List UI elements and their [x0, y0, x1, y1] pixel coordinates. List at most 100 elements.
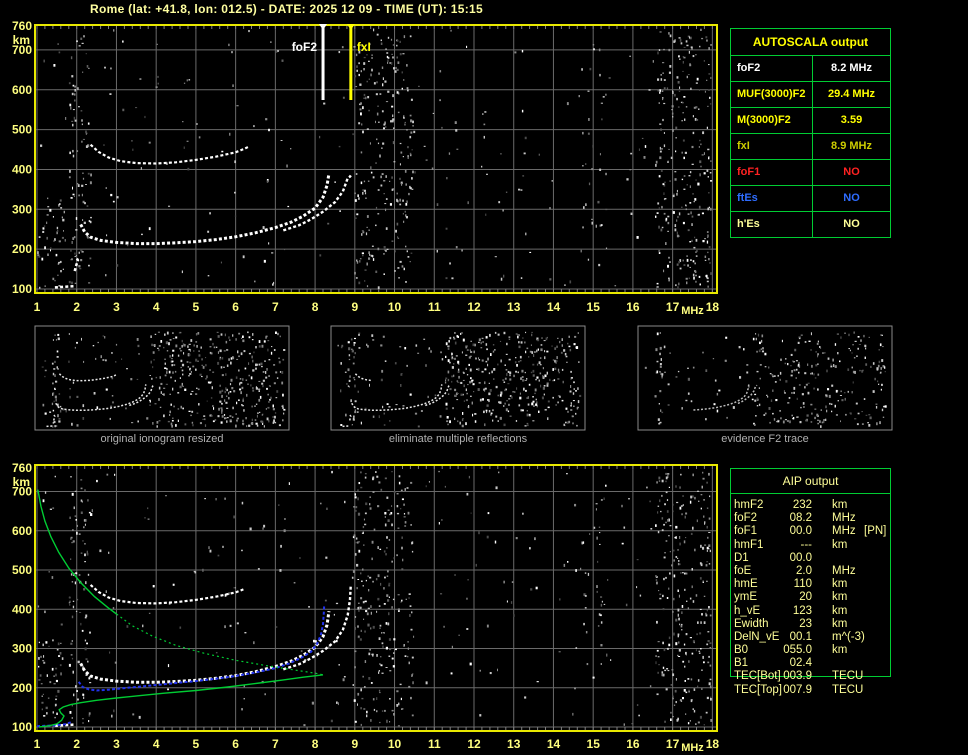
- noise-dot: [153, 359, 155, 361]
- noise-dot: [281, 59, 284, 62]
- noise-dot: [660, 170, 663, 172]
- aip-table-row: TEC[Bot] 003.9 TECU: [730, 670, 900, 683]
- noise-dot: [260, 362, 263, 366]
- autoscala-table-row: M(3000)F2 3.59: [731, 108, 890, 134]
- noise-dot: [705, 711, 708, 714]
- noise-dot: [536, 376, 539, 379]
- noise-dot: [37, 605, 40, 608]
- noise-dot: [278, 360, 281, 364]
- noise-dot: [554, 359, 556, 363]
- noise-dot: [212, 405, 214, 407]
- noise-dot: [872, 390, 875, 393]
- noise-dot: [270, 396, 272, 400]
- noise-dot: [600, 102, 603, 104]
- noise-dot: [55, 339, 57, 341]
- noise-dot: [661, 479, 664, 483]
- noise-dot: [738, 346, 741, 349]
- noise-dot: [195, 341, 198, 343]
- noise-dot: [388, 406, 391, 408]
- noise-dot: [399, 163, 401, 166]
- noise-dot: [354, 352, 356, 355]
- noise-dot: [443, 625, 445, 628]
- noise-dot: [845, 413, 847, 416]
- noise-dot: [192, 424, 194, 427]
- noise-dot: [358, 122, 361, 125]
- noise-dot: [174, 370, 177, 373]
- noise-dot: [675, 618, 678, 622]
- noise-dot: [707, 105, 709, 107]
- noise-dot: [446, 416, 449, 419]
- noise-dot: [655, 655, 657, 657]
- noise-dot: [681, 120, 683, 122]
- noise-dot: [376, 33, 379, 36]
- noise-dot: [74, 99, 76, 102]
- noise-dot: [456, 380, 459, 382]
- noise-dot: [698, 275, 701, 278]
- noise-dot: [406, 87, 409, 89]
- noise-dot: [224, 625, 226, 629]
- noise-dot: [509, 415, 512, 417]
- noise-dot: [85, 184, 87, 185]
- noise-dot: [808, 340, 811, 342]
- noise-dot: [353, 534, 356, 538]
- noise-dot: [805, 419, 808, 422]
- noise-dot: [362, 191, 364, 195]
- noise-dot: [53, 368, 56, 370]
- noise-dot: [683, 175, 686, 177]
- noise-dot: [688, 277, 690, 279]
- noise-dot: [555, 360, 558, 362]
- noise-dot: [447, 347, 450, 350]
- noise-dot: [445, 402, 448, 406]
- noise-dot: [366, 714, 368, 718]
- noise-dot: [401, 599, 403, 602]
- noise-dot: [674, 39, 676, 42]
- noise-dot: [232, 334, 234, 337]
- noise-dot: [58, 420, 61, 423]
- noise-dot: [455, 246, 458, 249]
- noise-dot: [100, 355, 102, 359]
- noise-dot: [267, 393, 269, 396]
- noise-dot: [405, 245, 407, 248]
- noise-dot: [810, 372, 813, 375]
- noise-dot: [169, 410, 171, 414]
- noise-dot: [680, 572, 682, 574]
- noise-dot: [220, 333, 223, 336]
- noise-dot: [500, 153, 502, 155]
- noise-dot: [254, 280, 256, 283]
- noise-dot: [706, 580, 708, 582]
- noise-dot: [673, 93, 676, 97]
- noise-dot: [708, 563, 711, 565]
- noise-dot: [71, 92, 74, 96]
- noise-dot: [552, 396, 554, 399]
- noise-dot: [692, 366, 695, 369]
- parameter-label: MUF(3000)F2: [731, 82, 813, 107]
- noise-dot: [169, 339, 172, 341]
- noise-dot: [90, 216, 92, 219]
- noise-dot: [70, 249, 72, 252]
- noise-dot: [834, 365, 837, 368]
- noise-dot: [557, 401, 559, 404]
- noise-dot: [242, 255, 245, 259]
- noise-dot: [352, 377, 355, 379]
- noise-dot: [358, 73, 360, 77]
- noise-dot: [165, 495, 167, 497]
- noise-dot: [58, 393, 61, 395]
- noise-dot: [173, 364, 176, 366]
- noise-dot: [677, 654, 679, 657]
- noise-dot: [411, 714, 414, 717]
- noise-dot: [697, 182, 700, 186]
- noise-dot: [863, 398, 866, 400]
- noise-dot: [687, 229, 690, 232]
- y-tick-label: 500: [12, 563, 32, 577]
- noise-dot: [38, 236, 41, 238]
- noise-dot: [524, 379, 527, 381]
- noise-dot: [706, 240, 709, 244]
- noise-dot: [706, 546, 709, 549]
- fxI-marker-label: fxI: [357, 40, 371, 54]
- noise-dot: [196, 412, 199, 414]
- noise-dot: [802, 402, 805, 405]
- noise-dot: [45, 641, 48, 644]
- noise-dot: [522, 512, 524, 515]
- noise-dot: [168, 342, 170, 346]
- noise-dot: [387, 61, 389, 64]
